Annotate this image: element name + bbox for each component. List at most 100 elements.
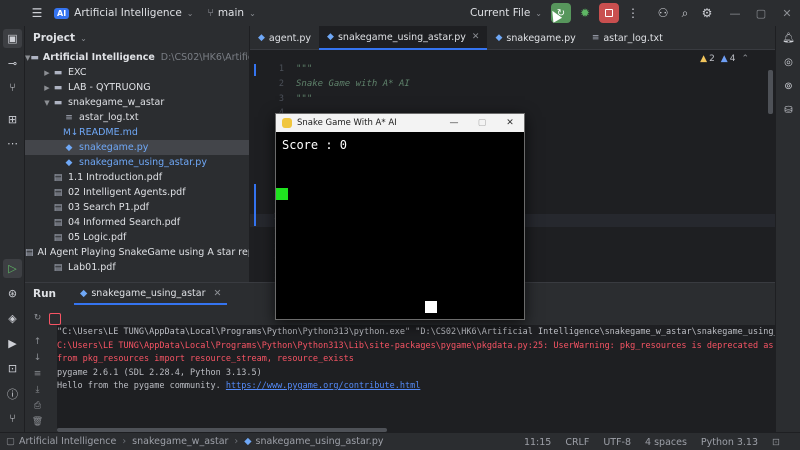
caret-position[interactable]: 11:15 [524,437,551,448]
more-tools-icon[interactable]: ⋯ [3,134,22,153]
game-window-titlebar[interactable]: Snake Game With A* AI — ▢ ✕ [276,114,524,132]
editor-scrollbar[interactable] [768,70,773,114]
lock-icon[interactable]: ⊡ [772,437,780,448]
tree-item[interactable]: ▤ 05 Logic.pdf [25,230,249,245]
database-icon[interactable]: ⛁ [780,102,797,119]
maximize-icon[interactable]: ▢ [468,114,496,132]
tree-item[interactable]: ▤ AI Agent Playing SnakeGame using A star… [25,245,249,260]
tree-item[interactable]: ▼ ▬ Artificial Intelligence D:\CS02\HK6\Art… [25,50,249,65]
tree-item[interactable]: ◆ snakegame.py [25,140,249,155]
structure-icon[interactable]: ⊞ [3,110,22,129]
debug-icon[interactable]: ✹ [574,2,596,24]
chevron-down-icon: ⌄ [186,8,194,18]
py-icon: ◆ [65,142,73,153]
tree-item-label: AI Agent Playing SnakeGame using A star … [37,247,249,258]
tree-item-label: Artificial Intelligence [42,52,155,63]
scroll-down-icon[interactable]: ↓ [31,353,44,366]
indent-setting[interactable]: 4 spaces [645,437,687,448]
tree-item[interactable]: ▶ ▬ EXC [25,65,249,80]
close-icon[interactable]: ✕ [774,7,800,20]
run-tab[interactable]: ◆ snakegame_using_astar ✕ [74,283,228,305]
stop-icon [605,9,613,17]
chevron-down-icon: ⌄ [249,8,256,18]
game-window[interactable]: Snake Game With A* AI — ▢ ✕ Score : 0 [275,113,525,320]
weak-warning-icon: ▲ [720,54,728,64]
chevron-icon[interactable]: ▼ [42,99,52,107]
close-icon[interactable]: ✕ [214,288,222,299]
tree-item[interactable]: ▤ 02 Intelligent Agents.pdf [25,185,249,200]
tree-item-label: 04 Informed Search.pdf [68,217,181,228]
python-packages-icon[interactable]: ⊛ [3,284,22,303]
breadcrumb-separator-icon: › [122,436,127,447]
folder-icon: ▬ [53,97,63,108]
line-number: 1 [278,64,284,74]
commit-icon[interactable]: ⊸ [3,54,22,73]
version-control-icon[interactable]: ⑂ [3,409,22,428]
run-config-selector[interactable]: Current File ⌄ [470,7,542,19]
trash-icon[interactable]: 🗑︎ [31,417,44,430]
services-icon[interactable]: ▶ [3,334,22,353]
code-line: Snake Game with A* AI [296,78,410,89]
main-menu-icon[interactable]: ☰ [26,2,48,24]
soft-wrap-icon[interactable]: ≡ [31,369,44,382]
minimize-icon[interactable]: — [722,7,748,20]
editor-tab-label: agent.py [268,32,312,44]
minimize-icon[interactable]: — [440,114,468,132]
close-icon[interactable]: ✕ [496,114,524,132]
tree-item[interactable]: ◆ snakegame_using_astar.py [25,155,249,170]
notifications-icon[interactable]: 🔔︎ [780,30,797,47]
console-line: C:\Users\LE TUNG\AppData\Local\Programs\… [57,341,775,351]
run-tool-icon[interactable]: ▷ [3,259,22,278]
tree-item[interactable]: ▤ 03 Search P1.pdf [25,200,249,215]
ai-assistant-icon[interactable]: ◎ [780,54,797,71]
tree-item[interactable]: ▤ Lab01.pdf [25,260,249,275]
breadcrumb-item[interactable]: snakegame_w_astar [132,436,228,447]
line-separator[interactable]: CRLF [565,437,589,448]
tree-item[interactable]: ▼ ▬ snakegame_w_astar [25,95,249,110]
scroll-to-end-icon[interactable]: ⤓ [31,385,44,398]
project-selector[interactable]: AI Artificial Intelligence ⌄ [54,7,194,19]
print-icon[interactable]: ⎙ [31,401,44,414]
folder-icon: ▬ [53,82,63,93]
editor-tab[interactable]: ◆ snakegame_using_astar.py ✕ [319,26,488,50]
tree-item[interactable]: ▶ ▬ LAB - QYTRUONG [25,80,249,95]
rerun-icon[interactable]: ↻ [31,313,44,326]
tree-item[interactable]: ▤ 1.1 Introduction.pdf [25,170,249,185]
add-user-icon[interactable]: ⚇ [652,2,674,24]
problems-icon[interactable]: ⓘ [3,384,22,403]
project-name: Artificial Intelligence [74,7,182,19]
warning-icon: ▲ [700,54,708,64]
editor-tab[interactable]: ◆ agent.py [250,26,319,50]
editor-tab[interactable]: ≡ astar_log.txt [584,26,671,50]
stop-button[interactable] [599,3,619,23]
terminal-icon[interactable]: ⊡ [3,359,22,378]
maximize-icon[interactable]: ▢ [748,7,774,20]
game-canvas: Score : 0 [276,132,524,319]
tree-item[interactable]: ≡ astar_log.txt [25,110,249,125]
search-icon[interactable]: ⌕ [674,2,696,24]
copilot-icon[interactable]: ⊚ [780,78,797,95]
breadcrumb-item[interactable]: Artificial Intelligence [19,436,116,447]
gear-icon[interactable]: ⚙ [696,2,718,24]
chevron-icon[interactable]: ▶ [42,84,52,92]
pdf-icon: ▤ [53,187,63,198]
project-tool-icon[interactable]: ▣ [3,29,22,48]
chevron-icon[interactable]: ▶ [42,69,52,77]
tree-item[interactable]: M↓ README.md [25,125,249,140]
close-icon[interactable]: ✕ [472,32,480,42]
file-encoding[interactable]: UTF-8 [603,437,631,448]
branch-selector[interactable]: ⑂ main ⌄ [208,7,256,19]
layers-icon[interactable]: ◈ [3,309,22,328]
breadcrumb-item[interactable]: snakegame_using_astar.py [256,436,384,447]
stop-run-icon[interactable] [49,313,61,325]
more-actions-icon[interactable]: ⋮ [622,2,644,24]
console-output[interactable]: "C:\Users\LE TUNG\AppData\Local\Programs… [57,325,775,432]
inspection-widget[interactable]: ▲ 2 ▲ 4 ⌃ [700,54,749,64]
project-panel-header[interactable]: Project ⌄ [25,26,249,50]
console-link[interactable]: https://www.pygame.org/contribute.html [226,381,420,391]
python-interpreter[interactable]: Python 3.13 [701,437,758,448]
scroll-up-icon[interactable]: ↑ [31,337,44,350]
git-icon[interactable]: ⑂ [3,78,22,97]
editor-tab[interactable]: ◆ snakegame.py [487,26,583,50]
tree-item[interactable]: ▤ 04 Informed Search.pdf [25,215,249,230]
